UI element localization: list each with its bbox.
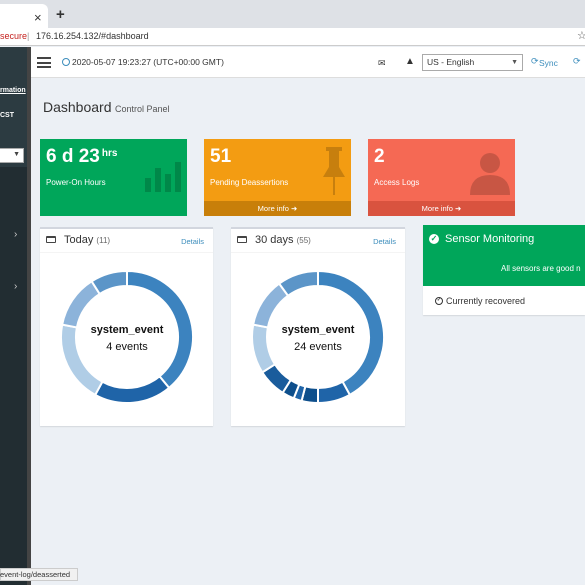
inbox-icon (237, 236, 247, 243)
sensor-status-message: All sensors are good n (501, 264, 581, 273)
sidebar-scrollbar[interactable] (27, 47, 31, 585)
check-circle-icon: ✓ (435, 297, 443, 305)
user-icon (470, 153, 510, 195)
thirty-days-events-panel: 30 days (55) Details system_event 24 eve… (231, 227, 405, 426)
chevron-down-icon: ▼ (511, 59, 518, 66)
security-indicator[interactable]: secure (0, 28, 27, 45)
today-events-panel: Today (11) Details system_event 4 events (40, 227, 213, 426)
chevron-right-icon[interactable]: › (14, 281, 17, 292)
power-on-unit: hrs (101, 148, 118, 159)
today-count: (11) (96, 236, 111, 245)
thirty-days-details-link[interactable]: Details (373, 237, 396, 246)
thirty-days-donut-segment[interactable] (317, 380, 352, 405)
sidebar: rmation CST ▼ › › (0, 47, 31, 585)
power-on-label: Power-On Hours (46, 178, 106, 187)
browser-tab[interactable]: × (0, 4, 48, 28)
thirty-days-donut-segment[interactable] (251, 323, 277, 374)
thirty-days-donut-label: system_event (282, 324, 355, 336)
sidebar-time-label: CST (0, 112, 14, 119)
thirty-days-count: (55) (296, 236, 311, 245)
today-donut-value: 4 events (106, 341, 148, 353)
currently-recovered-label: Currently recovered (446, 296, 526, 306)
page-title: Dashboard (43, 99, 112, 115)
browser-status-bar: event-log/deasserted (0, 568, 79, 581)
inbox-icon (46, 236, 56, 243)
sensor-monitoring-panel: ✓ Sensor Monitoring All sensors are good… (423, 225, 585, 315)
access-more-info-link[interactable]: More info ➜ (368, 201, 515, 216)
language-select[interactable]: US - English ▼ (422, 54, 523, 71)
refresh-icon[interactable]: ⟳ (573, 56, 581, 67)
clock-icon (62, 58, 70, 66)
today-donut-chart[interactable]: system_event 4 events (59, 269, 195, 405)
pending-value: 51 (210, 146, 232, 167)
chevron-right-icon[interactable]: › (14, 229, 17, 240)
sensor-monitoring-title: Sensor Monitoring (445, 233, 535, 245)
access-logs-value: 2 (374, 146, 385, 167)
bookmark-star-icon[interactable]: ☆ (577, 28, 585, 45)
thirty-days-title: 30 days (55) (255, 234, 311, 246)
top-navbar: 2020-05-07 19:23:27 (UTC+00:00 GMT) ✉ ▲ … (31, 47, 585, 78)
datetime-display: 2020-05-07 19:23:27 (UTC+00:00 GMT) (72, 57, 224, 67)
today-donut-segment[interactable] (93, 374, 171, 404)
language-value: US - English (427, 57, 475, 67)
today-details-link[interactable]: Details (181, 237, 204, 246)
envelope-icon[interactable]: ✉ (378, 58, 386, 69)
address-separator: | (27, 31, 30, 41)
sync-icon[interactable]: ⟳ (531, 56, 539, 67)
check-circle-icon: ✓ (429, 234, 439, 244)
menu-toggle-icon[interactable] (37, 57, 51, 68)
url-text[interactable]: 176.16.254.132/#dashboard (36, 28, 149, 45)
today-donut-label: system_event (91, 324, 164, 336)
sidebar-info-label[interactable]: rmation (0, 87, 26, 94)
status-url: event-log/deasserted (0, 570, 71, 579)
thirty-days-donut-value: 24 events (294, 341, 342, 353)
today-panel-header: Today (11) Details (40, 229, 213, 253)
pending-label: Pending Deassertions (210, 178, 289, 187)
thirty-days-donut-segment[interactable] (277, 269, 319, 298)
today-donut-segment[interactable] (90, 269, 128, 296)
access-logs-box: 2 Access Logs More info ➜ (368, 139, 515, 216)
tab-close-icon[interactable]: × (34, 10, 42, 25)
sidebar-select[interactable]: ▼ (0, 148, 24, 163)
pending-more-info-link[interactable]: More info ➜ (204, 201, 351, 216)
today-title: Today (11) (64, 234, 111, 246)
pending-deassertions-box: 51 Pending Deassertions More info ➜ (204, 139, 351, 216)
thirty-days-panel-header: 30 days (55) Details (231, 229, 405, 253)
pushpin-icon (323, 147, 345, 195)
thirty-days-donut-chart[interactable]: system_event 24 events (250, 269, 386, 405)
address-bar[interactable]: secure | 176.16.254.132/#dashboard ☆ (0, 28, 585, 46)
bar-chart-icon (145, 162, 181, 192)
page-subtitle: Control Panel (115, 104, 170, 114)
chevron-down-icon: ▼ (13, 151, 20, 158)
warning-icon[interactable]: ▲ (405, 56, 415, 67)
sensor-monitoring-header: ✓ Sensor Monitoring All sensors are good… (423, 225, 585, 286)
today-donut-segment[interactable] (60, 279, 102, 329)
power-on-value: 6 d 23 hrs (46, 146, 118, 167)
sync-button[interactable]: Sync (539, 58, 558, 68)
new-tab-button[interactable]: + (56, 6, 65, 23)
access-logs-label: Access Logs (374, 178, 420, 187)
power-on-hours-box: 6 d 23 hrs Power-On Hours (40, 139, 187, 216)
browser-tab-bar: × + (0, 0, 585, 28)
